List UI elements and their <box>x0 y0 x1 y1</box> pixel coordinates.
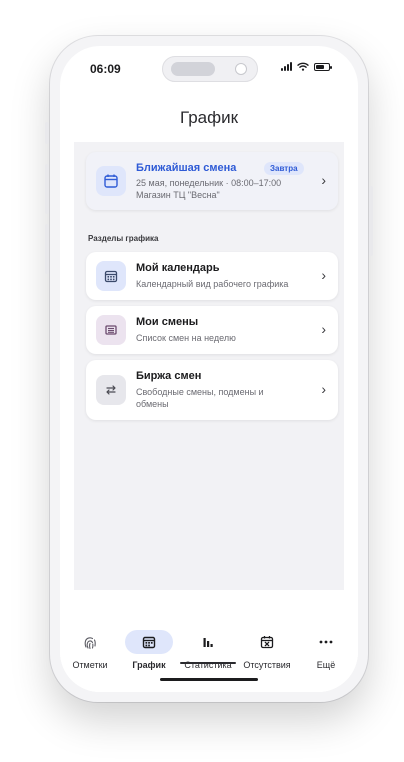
calendar-grid-icon <box>96 261 126 291</box>
power-button <box>369 186 373 256</box>
tab-schedule[interactable]: График <box>119 630 179 670</box>
side-button <box>45 122 49 144</box>
next-shift-card[interactable]: Ближайшая смена Завтра 25 мая, понедельн… <box>86 152 338 210</box>
chevron-right-icon: › <box>321 172 326 188</box>
menu-item-shifts[interactable]: Мои смены Список смен на неделю › <box>86 306 338 354</box>
volume-up-button <box>45 164 49 214</box>
tab-statistics[interactable]: Статистика <box>178 630 238 670</box>
next-shift-location: Магазин ТЦ "Весна" <box>136 190 220 200</box>
tab-label: Отметки <box>72 660 108 670</box>
list-icon <box>96 315 126 345</box>
dynamic-island <box>162 56 258 82</box>
tab-indicator <box>180 662 236 664</box>
main-content: Ближайшая смена Завтра 25 мая, понедельн… <box>74 142 344 590</box>
chevron-right-icon: › <box>321 321 326 337</box>
island-pill <box>171 62 215 76</box>
next-shift-details: 25 мая, понедельник · 08:00–17:00 <box>136 178 282 188</box>
status-time: 06:09 <box>90 62 121 76</box>
signal-icon <box>281 62 292 71</box>
next-shift-title: Ближайшая смена <box>136 162 237 174</box>
phone-frame: 06:09 График Ближайшая смена Завтра 25 м… <box>45 36 373 702</box>
menu-item-title: Мои смены <box>136 316 199 328</box>
tab-more[interactable]: Ещё <box>296 630 356 670</box>
tab-marks[interactable]: Отметки <box>60 630 120 670</box>
screen: 06:09 График Ближайшая смена Завтра 25 м… <box>60 46 358 692</box>
calendar-icon <box>96 166 126 196</box>
calendar-x-icon <box>237 630 297 654</box>
home-indicator[interactable] <box>160 678 258 681</box>
menu-item-exchange[interactable]: Биржа смен Свободные смены, подмены и об… <box>86 360 338 420</box>
bar-chart-icon <box>178 630 238 654</box>
fingerprint-icon <box>60 630 120 654</box>
more-icon <box>296 630 356 654</box>
chevron-right-icon: › <box>321 267 326 283</box>
menu-item-calendar[interactable]: Мой календарь Календарный вид рабочего г… <box>86 252 338 300</box>
menu-item-subtitle: Список смен на неделю <box>136 333 236 343</box>
wifi-icon <box>297 62 309 71</box>
tab-label: Ещё <box>316 660 336 670</box>
calendar-icon <box>125 630 173 654</box>
section-label: Разделы графика <box>88 234 159 243</box>
volume-down-button <box>45 224 49 274</box>
battery-icon <box>314 62 332 71</box>
system-icons <box>281 62 332 71</box>
tab-label: График <box>132 660 166 670</box>
tab-label: Отсутствия <box>243 660 291 670</box>
status-bar: 06:09 <box>60 46 358 92</box>
menu-item-subtitle: Календарный вид рабочего графика <box>136 279 289 289</box>
page-title: График <box>179 108 239 127</box>
menu-item-subtitle: Свободные смены, подмены и обмены <box>136 387 264 409</box>
swap-arrows-icon <box>96 375 126 405</box>
chevron-right-icon: › <box>321 381 326 397</box>
camera-icon <box>235 63 247 75</box>
menu-item-title: Биржа смен <box>136 370 202 382</box>
tab-absences[interactable]: Отсутствия <box>237 630 297 670</box>
menu-item-title: Мой календарь <box>136 262 220 274</box>
next-shift-badge: Завтра <box>264 162 304 175</box>
